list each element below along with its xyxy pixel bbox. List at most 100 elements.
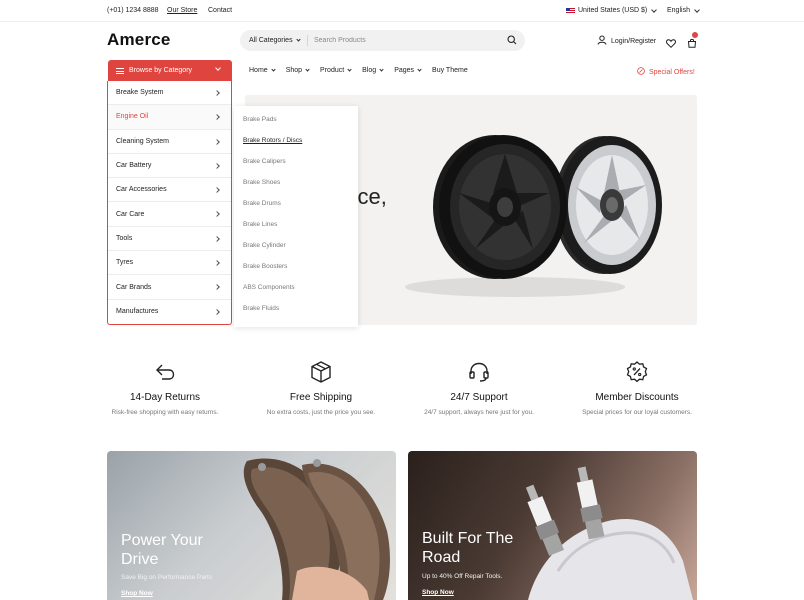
search-icon[interactable] [507,35,517,47]
submenu-item-brake-shoes[interactable]: Brake Shoes [234,179,358,200]
nav-item-home[interactable]: Home [249,67,276,74]
category-item-manufactures[interactable]: Manufactures [108,300,231,324]
nav-item-pages[interactable]: Pages [394,67,422,74]
category-item-engine-oil[interactable]: Engine Oil [108,105,231,130]
nav-label: Home [249,67,268,74]
chevron-right-icon [214,284,220,291]
cart-button[interactable] [687,32,698,53]
chevron-right-icon [214,308,220,315]
feature-title: 24/7 Support [450,392,508,403]
nav-item-blog[interactable]: Blog [362,67,384,74]
category-label: Car Battery [116,162,152,170]
category-item-cleaning-system[interactable]: Cleaning System [108,130,231,154]
submenu-item-brake-cylinder[interactable]: Brake Cylinder [234,242,358,263]
promo-banner-repair-tools[interactable]: Built For The Road Up to 40% Off Repair … [408,451,697,600]
category-label: Cleaning System [116,137,169,145]
category-label: Engine Oil [116,113,149,121]
chevron-down-icon [651,6,658,13]
nav-label: Buy Theme [432,67,468,74]
submenu-item-brake-calipers[interactable]: Brake Calipers [234,158,358,179]
banner-title: Built For The Road [422,529,513,567]
chevron-down-icon [347,67,352,72]
return-arrow-icon [75,360,255,384]
category-label: Car Accessories [116,186,167,194]
chevron-down-icon [215,65,221,71]
submenu-item-brake-rotors[interactable]: Brake Rotors / Discs [234,137,358,158]
chevron-right-icon [214,211,220,218]
submenu-item-abs-components[interactable]: ABS Components [234,284,358,305]
chevron-down-icon [271,67,276,72]
heart-icon [666,35,676,52]
banner-subtitle: Save Big on Performance Parts [121,574,213,581]
submenu-item-brake-fluids[interactable]: Brake Fluids [234,305,358,326]
nav-item-shop[interactable]: Shop [285,67,310,74]
top-bar: (+01) 1234 8888 Our Store Contact United… [0,0,804,22]
category-label: Manufactures [116,308,159,316]
menu-icon [116,67,124,74]
category-item-car-care[interactable]: Car Care [108,202,231,227]
search-category-dropdown[interactable]: All Categories [249,37,301,44]
nav-label: Shop [285,67,303,74]
category-item-tools[interactable]: Tools [108,227,231,252]
category-item-car-accessories[interactable]: Car Accessories [108,178,231,203]
browse-category-label: Browse by Category [129,67,193,74]
us-flag-icon [566,7,575,14]
category-item-tyres[interactable]: Tyres [108,251,231,276]
contact-link[interactable]: Contact [208,7,232,14]
wishlist-button[interactable] [666,35,676,53]
promo-banner-performance[interactable]: Power Your Drive Save Big on Performance… [107,451,396,600]
category-submenu: Brake Pads Brake Rotors / Discs Brake Ca… [234,106,358,327]
login-register-link[interactable]: Login/Register [597,35,656,47]
chevron-down-icon [305,67,310,72]
category-item-car-brands[interactable]: Car Brands [108,275,231,300]
banner-title-line-2: Road [422,549,461,566]
search-divider [307,35,308,46]
feature-description: Risk-free shopping with easy returns. [111,409,219,416]
shop-now-link[interactable]: Shop Now [422,589,454,596]
category-label: Tools [116,234,133,242]
our-store-link[interactable]: Our Store [167,7,197,14]
feature-title: Free Shipping [289,392,353,403]
site-logo[interactable]: Amerce [107,30,171,50]
nav-item-buy-theme[interactable]: Buy Theme [432,67,468,74]
banner-title-line-1: Power Your [121,532,203,549]
feature-title: 14-Day Returns [129,392,201,403]
discount-badge-icon [547,360,727,384]
nav-label: Pages [394,67,415,74]
category-list: Breake System Engine Oil Cleaning System… [107,81,232,325]
phone-number: (+01) 1234 8888 [107,7,159,14]
category-label: Tyres [116,259,134,267]
submenu-item-brake-boosters[interactable]: Brake Boosters [234,263,358,284]
main-navigation: Home Shop Product Blog Pages Buy Theme [249,67,479,74]
category-item-car-battery[interactable]: Car Battery [108,154,231,179]
feature-description: Special prices for our loyal customers. [582,409,692,416]
submenu-item-brake-drums[interactable]: Brake Drums [234,200,358,221]
login-label: Login/Register [611,37,657,45]
special-offers-link[interactable]: Special Offers! [637,67,695,77]
chevron-right-icon [214,114,220,121]
submenu-item-brake-pads[interactable]: Brake Pads [234,116,358,137]
submenu-item-brake-lines[interactable]: Brake Lines [234,221,358,242]
category-item-breake-system[interactable]: Breake System [108,81,231,106]
chevron-right-icon [214,235,220,242]
currency-label: United States (USD $) [578,7,648,14]
chevron-down-icon [417,67,422,72]
language-selector[interactable]: English [667,6,700,14]
category-label: Car Brands [116,283,152,291]
percent-tag-icon [637,67,645,77]
special-offers-label: Special Offers! [649,68,695,76]
nav-item-product[interactable]: Product [320,67,352,74]
headset-icon [389,360,569,384]
shop-now-link[interactable]: Shop Now [121,590,153,597]
browse-category-button[interactable]: Browse by Category [108,60,232,81]
feature-description: No extra costs, just the price you see. [266,409,376,416]
chevron-right-icon [214,138,220,145]
search-input[interactable] [314,34,494,47]
search-category-label: All Categories [249,37,293,44]
nav-label: Product [320,67,345,74]
box-icon [231,360,411,384]
category-label: Breake System [116,89,164,97]
user-icon [597,35,607,47]
chevron-down-icon [379,67,384,72]
currency-selector[interactable]: United States (USD $) [566,6,658,14]
